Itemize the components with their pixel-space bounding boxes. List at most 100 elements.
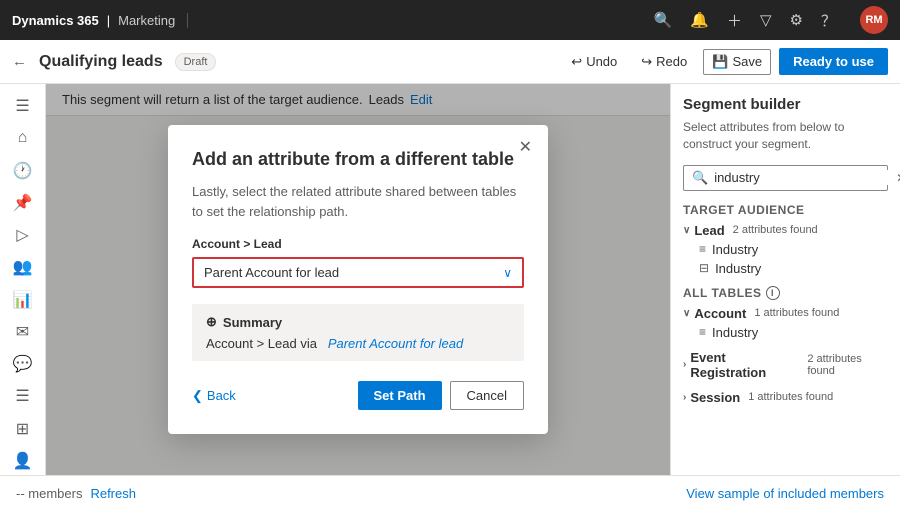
lead-group-count: 2 attributes found — [733, 224, 818, 236]
search-icon: 🔍 — [692, 170, 708, 186]
summary-header: ⊕ Summary — [206, 314, 510, 330]
list-item[interactable]: ≡ Industry — [683, 323, 888, 342]
toolbar-actions: ↩ Undo ↪ Redo 💾 Save Ready to use — [563, 48, 888, 75]
brand-name: Dynamics 365 — [12, 13, 99, 28]
summary-icon: ⊕ — [206, 314, 217, 330]
chevron-down-icon: ∨ — [503, 266, 512, 280]
panel-title: Segment builder — [683, 96, 888, 113]
sidebar-email-icon[interactable]: ✉ — [5, 318, 41, 346]
modal-dialog: ✕ Add an attribute from a different tabl… — [168, 125, 548, 434]
sidebar-recent-icon[interactable]: 🕐 — [5, 157, 41, 185]
account-group-name: Account — [694, 306, 746, 321]
undo-icon: ↩ — [571, 54, 582, 70]
field-icon: ⊟ — [699, 261, 709, 275]
clear-search-icon[interactable]: ✕ — [896, 171, 900, 185]
sidebar-chat-icon[interactable]: 💬 — [5, 350, 41, 378]
relationship-dropdown[interactable]: Parent Account for lead ∨ — [194, 259, 522, 286]
list-item[interactable]: ⊟ Industry — [683, 259, 888, 278]
list-item[interactable]: ≡ Industry — [683, 240, 888, 259]
sidebar-list-icon[interactable]: ☰ — [5, 382, 41, 410]
event-group-count: 2 attributes found — [807, 353, 888, 377]
plus-icon[interactable]: ＋ — [727, 10, 742, 31]
save-button[interactable]: 💾 Save — [703, 49, 771, 75]
refresh-button[interactable]: Refresh — [90, 486, 136, 501]
summary-title: Summary — [223, 315, 282, 330]
info-icon: i — [766, 286, 780, 300]
summary-italic: Parent Account for lead — [328, 336, 463, 351]
event-group: › Event Registration 2 attributes found — [683, 348, 888, 382]
page-title: Qualifying leads — [39, 53, 163, 71]
set-path-button[interactable]: Set Path — [358, 381, 442, 410]
modal-close-button[interactable]: ✕ — [519, 137, 532, 157]
chevron-right-icon: › — [683, 392, 686, 403]
back-button[interactable]: ← — [12, 53, 27, 70]
session-group: › Session 1 attributes found — [683, 388, 888, 407]
modal-subtitle: Lastly, select the related attribute sha… — [192, 182, 524, 221]
avatar[interactable]: RM — [860, 6, 888, 34]
all-tables-label: All tables i — [683, 286, 888, 300]
account-group-header[interactable]: ∨ Account 1 attributes found — [683, 304, 888, 323]
account-group-count: 1 attributes found — [754, 307, 839, 319]
item-label: Industry — [712, 325, 758, 340]
bottombar: -- members Refresh View sample of includ… — [0, 475, 900, 511]
back-button[interactable]: ❮ Back — [192, 388, 236, 404]
help-icon[interactable]: ？ — [821, 10, 836, 31]
account-group: ∨ Account 1 attributes found ≡ Industry — [683, 304, 888, 342]
session-group-header[interactable]: › Session 1 attributes found — [683, 388, 888, 407]
event-group-name: Event Registration — [690, 350, 799, 380]
search-icon[interactable]: 🔍 — [654, 11, 673, 29]
chevron-down-icon: ∨ — [683, 308, 690, 319]
module-name: Marketing — [118, 13, 175, 28]
view-sample-link[interactable]: View sample of included members — [686, 486, 884, 501]
relationship-dropdown-wrapper: Parent Account for lead ∨ — [192, 257, 524, 288]
modal-section-label: Account > Lead — [192, 237, 524, 251]
settings-icon[interactable]: ⚙ — [790, 11, 803, 29]
members-count: -- members — [16, 486, 82, 501]
target-audience-label: Target audience — [683, 203, 888, 217]
ready-to-use-button[interactable]: Ready to use — [779, 48, 888, 75]
sidebar-people-icon[interactable]: 👥 — [5, 253, 41, 281]
brand-separator: | — [107, 13, 110, 28]
event-group-header[interactable]: › Event Registration 2 attributes found — [683, 348, 888, 382]
dropdown-value: Parent Account for lead — [204, 265, 339, 280]
topbar-brand: Dynamics 365 | Marketing — [12, 13, 188, 28]
sidebar-play-icon[interactable]: ▷ — [5, 221, 41, 249]
sidebar-chart-icon[interactable]: 📊 — [5, 286, 41, 314]
session-group-count: 1 attributes found — [748, 391, 833, 403]
sidebar-menu-icon[interactable]: ☰ — [5, 92, 41, 120]
redo-button[interactable]: ↪ Redo — [633, 50, 695, 74]
undo-button[interactable]: ↩ Undo — [563, 50, 625, 74]
modal-title: Add an attribute from a different table — [192, 149, 524, 170]
session-group-name: Session — [690, 390, 740, 405]
item-label: Industry — [712, 242, 758, 257]
topbar-icons: 🔍 🔔 ＋ ▽ ⚙ ？ RM — [654, 6, 888, 34]
lead-group-name: Lead — [694, 223, 724, 238]
redo-icon: ↪ — [641, 54, 652, 70]
modal-footer-right: Set Path Cancel — [358, 381, 524, 410]
status-badge: Draft — [175, 53, 217, 71]
target-audience-section: Target audience ∨ Lead 2 attributes foun… — [683, 203, 888, 278]
panel-subtitle: Select attributes from below to construc… — [683, 119, 888, 153]
modal-overlay: ✕ Add an attribute from a different tabl… — [46, 84, 670, 475]
summary-text: Account > Lead via — [206, 336, 317, 351]
summary-body: Account > Lead via Parent Account for le… — [206, 336, 510, 351]
field-icon: ≡ — [699, 242, 706, 256]
search-box: 🔍 ✕ — [683, 165, 888, 191]
lead-group-header[interactable]: ∨ Lead 2 attributes found — [683, 221, 888, 240]
filter-icon[interactable]: ▽ — [760, 11, 772, 29]
search-input[interactable] — [714, 170, 890, 185]
sidebar-grid-icon[interactable]: ⊞ — [5, 415, 41, 443]
cancel-button[interactable]: Cancel — [450, 381, 524, 410]
topbar: Dynamics 365 | Marketing 🔍 🔔 ＋ ▽ ⚙ ？ RM — [0, 0, 900, 40]
sidebar-person-icon[interactable]: 👤 — [5, 447, 41, 475]
content-area: This segment will return a list of the t… — [46, 84, 670, 475]
chevron-right-icon: › — [683, 359, 686, 370]
save-icon: 💾 — [712, 54, 728, 70]
item-label: Industry — [715, 261, 761, 276]
right-panel: Segment builder Select attributes from b… — [670, 84, 900, 475]
sidebar-pin-icon[interactable]: 📌 — [5, 189, 41, 217]
sidebar-home-icon[interactable]: ⌂ — [5, 124, 41, 152]
field-icon: ≡ — [699, 325, 706, 339]
bell-icon[interactable]: 🔔 — [690, 11, 709, 29]
secondbar: ← Qualifying leads Draft ↩ Undo ↪ Redo 💾… — [0, 40, 900, 84]
